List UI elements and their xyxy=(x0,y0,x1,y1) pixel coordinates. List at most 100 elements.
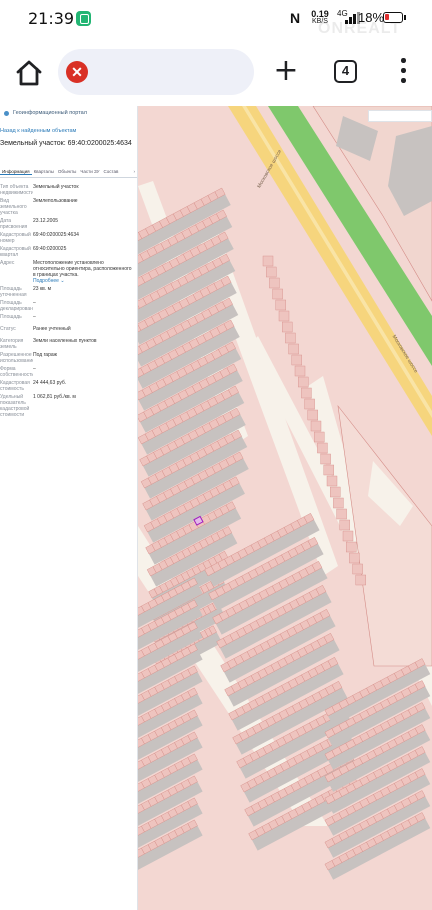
attribute-key: Статус xyxy=(0,326,16,332)
watermark: ONREALT xyxy=(318,20,402,37)
garage-cell xyxy=(313,431,325,443)
garage-cell xyxy=(301,387,312,399)
attribute-row: Адрес Местоположение установлено относите… xyxy=(0,260,137,284)
garage-cell xyxy=(281,321,293,333)
home-button[interactable] xyxy=(12,56,46,90)
garage-cell xyxy=(291,354,303,366)
attribute-value: 23.12.2005 xyxy=(33,218,133,230)
garage-cell xyxy=(269,277,280,289)
attribute-value-text: – xyxy=(33,366,36,372)
attribute-value: 23 кв. м xyxy=(33,286,133,298)
attribute-value-text: 23 кв. м xyxy=(33,286,52,292)
attribute-value: Земельный участок xyxy=(33,184,133,196)
info-tabs: Информация Кварталы Объекты Части ЗУ Сос… xyxy=(0,166,137,178)
garage-cell xyxy=(355,574,367,586)
attribute-key: Тип объекта недвижимости xyxy=(0,184,33,196)
garage-cell xyxy=(349,552,360,564)
attribute-value: Местоположение установлено относительно … xyxy=(33,260,133,284)
browser-toolbar: ✕ + 4 xyxy=(0,38,432,106)
attribute-row: Форма собственности – xyxy=(0,366,137,378)
tab-objects[interactable]: Объекты xyxy=(56,169,79,174)
attribute-value-text: Земельный участок xyxy=(33,184,79,190)
address-more-link[interactable]: Подробнее ⌄ xyxy=(33,278,133,284)
attribute-value-text: – xyxy=(33,314,36,320)
attribute-row: Разрешенное использование Под гараж xyxy=(0,352,137,364)
attribute-row: Статус Ранее учтенный xyxy=(0,326,137,336)
garage-cell xyxy=(272,288,283,300)
map-canvas[interactable] xyxy=(138,106,432,910)
portal-header: Геоинформационный портал xyxy=(0,106,137,120)
garage-cell xyxy=(262,255,274,267)
garage-cell xyxy=(294,365,306,377)
attribute-value-text: – xyxy=(33,300,36,306)
attribute-key: Площадь уточненная xyxy=(0,286,27,298)
attribute-row: Дата присвоения 23.12.2005 xyxy=(0,218,137,230)
attribute-key: Дата присвоения xyxy=(0,218,28,230)
attribute-row: Площадь декларированная– xyxy=(0,300,137,312)
attribute-value-text: 24 444,63 руб. xyxy=(33,380,67,386)
attribute-value: – xyxy=(33,366,133,378)
tabs-scroll-right-icon[interactable]: › xyxy=(132,169,138,174)
attribute-value-text: Под гараж xyxy=(33,352,57,358)
home-icon xyxy=(16,60,42,86)
new-tab-button[interactable]: + xyxy=(272,54,300,88)
app-notification-icon xyxy=(76,11,91,26)
address-bar[interactable]: ✕ xyxy=(58,49,254,95)
attribute-row: Категория земель Земли населенных пунктов xyxy=(0,338,137,350)
attribute-row: Тип объекта недвижимости Земельный участо… xyxy=(0,184,137,196)
attribute-key: Разрешенное использование xyxy=(0,352,33,364)
garage-cell xyxy=(310,420,322,432)
attribute-row: Удельный показатель кадастровой стоимост… xyxy=(0,394,137,418)
garage-cell xyxy=(297,376,309,388)
site-error-icon[interactable]: ✕ xyxy=(66,61,88,83)
info-panel: Геоинформационный портал Назад к найденн… xyxy=(0,106,138,910)
attribute-row: Площадь уточненная 23 кв. м xyxy=(0,286,137,298)
attribute-value: – xyxy=(33,300,133,312)
attribute-row: Площадь – xyxy=(0,314,137,324)
attribute-row: Кадастровый квартал 69:40:0200025 xyxy=(0,246,137,258)
attribute-key: Категория земель xyxy=(0,338,24,350)
attribute-key: Площадь xyxy=(0,314,22,320)
attribute-value-text: 69:40:0200025 xyxy=(33,246,67,252)
garage-cell xyxy=(333,497,344,509)
garage-cell xyxy=(265,266,277,278)
garage-cell xyxy=(307,409,319,421)
garage-cell xyxy=(304,398,315,410)
garage-cell xyxy=(317,442,328,454)
back-to-results-link[interactable]: Назад к найденным объектам xyxy=(0,120,137,138)
parcel-title: Земельный участок: 69:40:0200025:4634 xyxy=(0,140,132,147)
map-search-field[interactable] xyxy=(368,110,432,122)
garage-cell xyxy=(288,343,299,355)
attribute-value: Под гараж xyxy=(33,352,133,364)
attribute-key: Кадастровая стоимость xyxy=(0,380,30,392)
garage-cell xyxy=(342,530,354,542)
garage-cell xyxy=(320,453,331,465)
attribute-value-text: 23.12.2005 xyxy=(33,218,59,224)
attribute-value-text: Местоположение установлено относительно … xyxy=(33,260,132,278)
attribute-row: Кадастровая стоимость 24 444,63 руб. xyxy=(0,380,137,392)
attribute-value: Земли населенных пунктов xyxy=(33,338,133,350)
tab-switcher-button[interactable]: 4 xyxy=(334,60,357,83)
garage-cell xyxy=(323,464,335,476)
attribute-list: Тип объекта недвижимости Земельный участо… xyxy=(0,178,137,418)
tab-information[interactable]: Информация xyxy=(0,169,32,175)
attribute-value: Землепользование xyxy=(33,198,133,216)
portal-logo-icon xyxy=(4,110,9,116)
attribute-key: Площадь декларированная xyxy=(0,300,33,312)
attribute-value-text: 1 062,81 руб./кв. м xyxy=(33,394,76,400)
tab-quarters[interactable]: Кварталы xyxy=(32,169,56,174)
nfc-icon: N xyxy=(290,10,301,26)
attribute-value-text: Ранее учтенный xyxy=(33,326,71,332)
attribute-key: Форма собственности xyxy=(0,366,33,378)
tab-parts[interactable]: Части ЗУ xyxy=(78,169,101,174)
attribute-key: Кадастровый номер xyxy=(0,232,31,244)
more-vert-icon[interactable] xyxy=(395,57,411,85)
attribute-value: 24 444,63 руб. xyxy=(33,380,133,392)
attribute-row: Вид земельного участка Землепользование xyxy=(0,198,137,216)
garage-cell xyxy=(339,519,351,531)
tab-composition[interactable]: Состав xyxy=(101,169,120,174)
attribute-key: Кадастровый квартал xyxy=(0,246,31,258)
cadastral-map[interactable]: Московское шоссе Московское шоссе xyxy=(138,106,432,910)
garage-cell xyxy=(285,332,296,344)
garage-cell xyxy=(278,310,290,322)
